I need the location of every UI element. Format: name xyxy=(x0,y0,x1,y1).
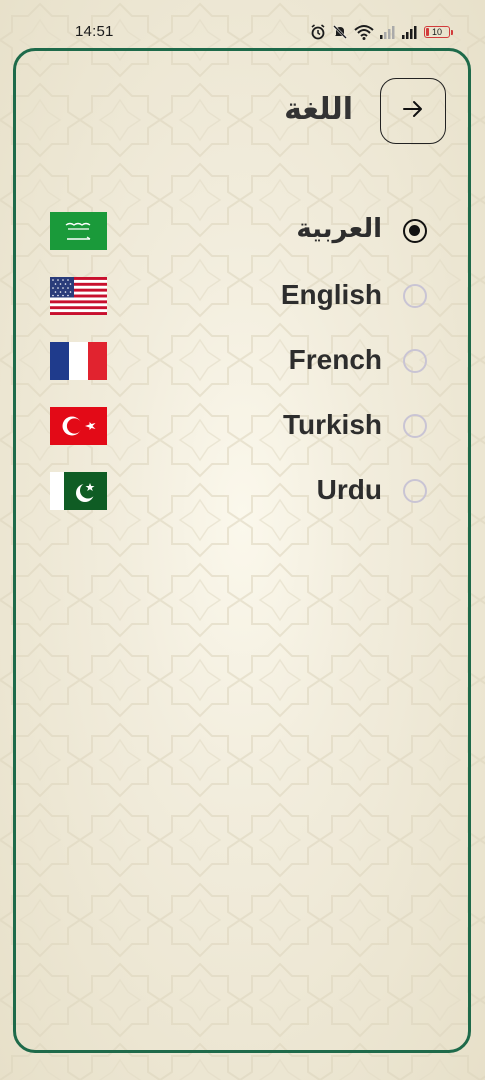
arrow-right-icon xyxy=(401,97,425,126)
language-option-arabic[interactable]: العربية xyxy=(0,204,485,258)
language-label: العربية xyxy=(296,214,382,244)
turkey-flag xyxy=(50,407,107,445)
status-time: 14:51 xyxy=(75,23,114,40)
wifi-icon xyxy=(354,24,374,40)
back-button[interactable] xyxy=(380,78,446,144)
usa-flag xyxy=(50,277,107,315)
language-label: English xyxy=(280,279,382,310)
language-label: Turkish xyxy=(282,409,382,440)
language-card xyxy=(13,48,471,1053)
battery-icon: 10 xyxy=(424,26,453,38)
language-option-english[interactable]: English xyxy=(0,269,485,323)
radio-unselected[interactable] xyxy=(403,284,427,308)
battery-level: 10 xyxy=(431,26,442,37)
page-title: اللغة xyxy=(284,92,353,127)
language-option-french[interactable]: French xyxy=(0,334,485,388)
alarm-icon xyxy=(310,24,326,40)
language-option-urdu[interactable]: Urdu xyxy=(0,464,485,518)
radio-unselected[interactable] xyxy=(403,349,427,373)
status-icons: 10 xyxy=(310,24,453,40)
language-option-turkish[interactable]: Turkish xyxy=(0,399,485,453)
signal-icon xyxy=(402,25,418,39)
language-label: French xyxy=(288,344,382,375)
mute-icon xyxy=(332,24,348,40)
signal-icon xyxy=(380,25,396,39)
radio-selected[interactable] xyxy=(403,219,427,243)
saudi-arabia-flag xyxy=(50,212,107,250)
radio-unselected[interactable] xyxy=(403,479,427,503)
pakistan-flag xyxy=(50,472,107,510)
france-flag xyxy=(50,342,107,380)
status-bar: 14:51 10 xyxy=(0,0,485,44)
language-label: Urdu xyxy=(316,474,382,505)
radio-unselected[interactable] xyxy=(403,414,427,438)
